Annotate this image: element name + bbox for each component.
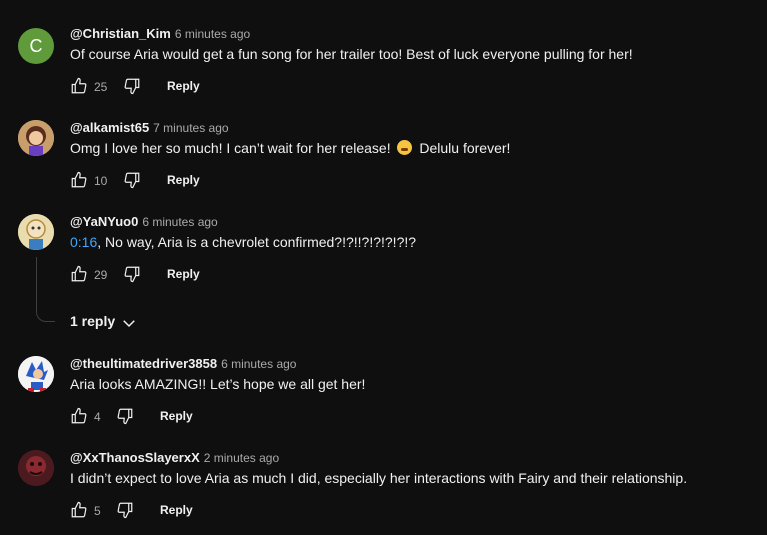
like-button[interactable] <box>70 265 88 283</box>
like-count: 10 <box>94 174 108 188</box>
avatar-image <box>18 356 54 392</box>
comment-time[interactable]: 6 minutes ago <box>142 215 217 229</box>
comment-author[interactable]: @theultimatedriver3858 <box>70 356 217 371</box>
thumbs-down-icon <box>117 502 133 519</box>
comment-text-part: , No way, Aria is a chevrolet confirmed?… <box>97 234 417 250</box>
comment-time[interactable]: 7 minutes ago <box>153 121 228 135</box>
comment-meta: @theultimatedriver3858 6 minutes ago <box>70 356 296 371</box>
comment-text: 0:16, No way, Aria is a chevrolet confir… <box>70 234 416 250</box>
avatar[interactable] <box>18 120 54 156</box>
comment-meta: @alkamist65 7 minutes ago <box>70 120 229 135</box>
reply-button[interactable]: Reply <box>160 409 193 423</box>
like-button[interactable] <box>70 77 88 95</box>
comment-actions: 4 Reply <box>70 407 470 427</box>
thumbs-up-icon <box>71 77 87 94</box>
comment-author[interactable]: @Christian_Kim <box>70 26 171 41</box>
reply-button[interactable]: Reply <box>167 79 200 93</box>
comment-time[interactable]: 6 minutes ago <box>175 27 250 41</box>
thread-line <box>36 257 55 322</box>
comment-text-part: Omg I love her so much! I can’t wait for… <box>70 140 391 156</box>
reply-button[interactable]: Reply <box>167 173 200 187</box>
reply-button[interactable]: Reply <box>160 503 193 517</box>
dislike-button[interactable] <box>123 171 141 189</box>
comment-text-part: Delulu forever! <box>419 140 511 156</box>
dislike-button[interactable] <box>123 265 141 283</box>
comment: @YaNYuo0 6 minutes ago 0:16, No way, Aria… <box>0 214 767 294</box>
thumbs-up-icon <box>71 501 87 518</box>
comment-meta: @YaNYuo0 6 minutes ago <box>70 214 218 229</box>
avatar-image <box>18 214 54 250</box>
comment: @alkamist65 7 minutes ago Omg I love her … <box>0 120 767 200</box>
comment-text: Omg I love her so much! I can’t wait for… <box>70 140 510 156</box>
like-count: 25 <box>94 80 108 94</box>
avatar-image <box>18 120 54 156</box>
comment-actions: 5 Reply <box>70 501 470 521</box>
comment: @XxThanosSlayerxX 2 minutes ago I didn’t … <box>0 450 767 530</box>
comment-text: Of course Aria would get a fun song for … <box>70 46 633 62</box>
comment: @theultimatedriver3858 6 minutes ago Aria… <box>0 356 767 436</box>
thumbs-up-icon <box>71 171 87 188</box>
comment-time[interactable]: 2 minutes ago <box>204 451 279 465</box>
thumbs-down-icon <box>124 172 140 189</box>
comment-actions: 29 Reply <box>70 265 470 285</box>
like-button[interactable] <box>70 501 88 519</box>
thumbs-up-icon <box>71 265 87 282</box>
comment-author[interactable]: @XxThanosSlayerxX <box>70 450 200 465</box>
comment-time[interactable]: 6 minutes ago <box>221 357 296 371</box>
replies-count-label: 1 reply <box>70 313 116 329</box>
comment: C @Christian_Kim 6 minutes ago Of course … <box>0 26 767 106</box>
avatar[interactable] <box>18 214 54 250</box>
avatar[interactable] <box>18 356 54 392</box>
avatar-image <box>18 450 54 486</box>
dislike-button[interactable] <box>116 501 134 519</box>
thumbs-up-icon <box>71 407 87 424</box>
thumbs-down-icon <box>117 408 133 425</box>
comment-author[interactable]: @alkamist65 <box>70 120 149 135</box>
avatar[interactable]: C <box>18 28 54 64</box>
like-count: 5 <box>94 504 101 518</box>
dislike-button[interactable] <box>123 77 141 95</box>
thumbs-down-icon <box>124 78 140 95</box>
dislike-button[interactable] <box>116 407 134 425</box>
chevron-down-icon <box>123 320 135 328</box>
comment-meta: @Christian_Kim 6 minutes ago <box>70 26 250 41</box>
comment-text: Aria looks AMAZING!! Let’s hope we all g… <box>70 376 366 392</box>
reply-button[interactable]: Reply <box>167 267 200 281</box>
crying-emoji-icon <box>397 140 413 155</box>
comment-text: I didn’t expect to love Aria as much I d… <box>70 470 688 486</box>
like-count: 4 <box>94 410 101 424</box>
comment-actions: 10 Reply <box>70 171 470 191</box>
like-button[interactable] <box>70 171 88 189</box>
thumbs-down-icon <box>124 266 140 283</box>
video-timestamp-link[interactable]: 0:16 <box>70 234 97 250</box>
comment-actions: 25 Reply <box>70 77 470 97</box>
avatar[interactable] <box>18 450 54 486</box>
like-button[interactable] <box>70 407 88 425</box>
comment-meta: @XxThanosSlayerxX 2 minutes ago <box>70 450 279 465</box>
like-count: 29 <box>94 268 108 282</box>
comment-author[interactable]: @YaNYuo0 <box>70 214 138 229</box>
